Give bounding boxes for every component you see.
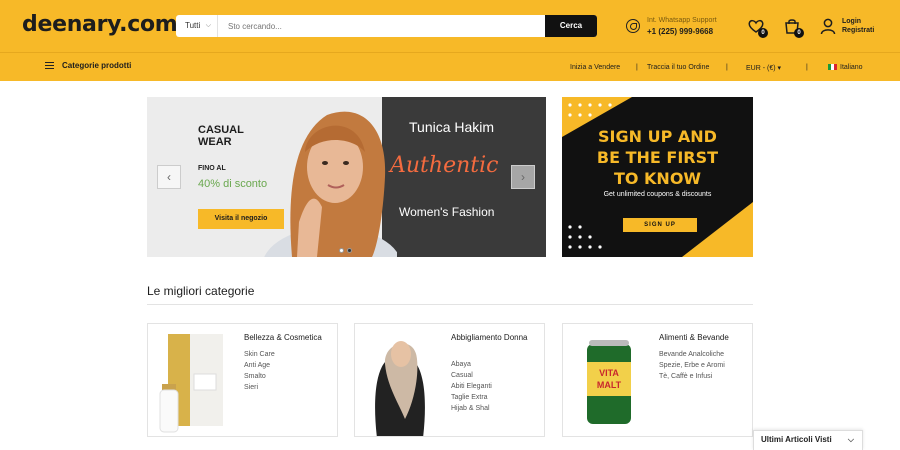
category-card-women-clothing[interactable]: Abbigliamento Donna Abaya Casual Abiti E… <box>354 323 545 437</box>
language-label: Italiano <box>840 64 863 71</box>
currency-select[interactable]: EUR - (€) ▾ <box>746 64 781 72</box>
slide-discount: 40% di sconto <box>198 178 268 190</box>
support-label: Int. Whatsapp Support <box>647 17 717 24</box>
search-button[interactable]: Cerca <box>545 15 597 37</box>
support-phone: +1 (225) 999-9668 <box>647 27 714 36</box>
promo-heading-line: TO KNOW <box>613 169 702 188</box>
slider-dot-active[interactable] <box>347 248 352 253</box>
hamburger-icon <box>45 62 54 69</box>
subcategory-link[interactable]: Smalto <box>244 371 275 382</box>
cart-count: 0 <box>794 28 804 38</box>
italy-flag-icon <box>828 64 837 70</box>
promo-heading-line: SIGN UP AND <box>598 127 717 146</box>
slider-next-button[interactable]: › <box>511 165 535 189</box>
category-title[interactable]: Alimenti & Bevande <box>659 333 751 343</box>
subcategory-link[interactable]: Abaya <box>451 359 492 370</box>
login-label: Login <box>842 18 862 25</box>
whatsapp-icon <box>626 19 640 33</box>
promo-heading: SIGN UP AND BE THE FIRST TO KNOW <box>562 126 753 189</box>
subcategory-link[interactable]: Abiti Eleganti <box>451 381 492 392</box>
nav-bar: Categorie prodotti Inizia a Vendere | Tr… <box>0 52 900 81</box>
drink-can-image: VITA MALT <box>587 340 631 424</box>
wishlist-count: 0 <box>758 28 768 38</box>
subcategory-list: Skin Care Anti Age Smalto Sieri <box>244 349 275 393</box>
slide-script-text: Authentic <box>390 153 499 178</box>
caret-down-icon: ▾ <box>777 65 782 72</box>
chevron-right-icon: › <box>521 170 525 184</box>
slider-dot[interactable] <box>339 248 344 253</box>
svg-text:VITA: VITA <box>599 368 619 378</box>
subcategory-list: Bevande Analcoliche Spezie, Erbe e Aromi… <box>659 349 725 382</box>
cosmetics-image <box>159 334 223 433</box>
nav-separator: | <box>726 64 728 71</box>
subcategory-link[interactable]: Casual <box>451 370 492 381</box>
subcategory-link[interactable]: Sieri <box>244 382 275 393</box>
category-title[interactable]: Abbigliamento Donna <box>451 333 543 343</box>
login-register[interactable]: Login Registrati <box>820 16 890 38</box>
currency-label: EUR - (€) <box>746 65 776 72</box>
subcategory-link[interactable]: Anti Age <box>244 360 275 371</box>
signup-button[interactable]: SIGN UP <box>623 218 697 232</box>
site-logo[interactable]: deenary.com <box>22 12 178 37</box>
nav-link-track-order[interactable]: Traccia il tuo Ordine <box>647 64 709 71</box>
categories-menu[interactable]: Categorie prodotti <box>45 61 131 70</box>
svg-text:MALT: MALT <box>597 380 622 390</box>
model-image <box>264 111 397 257</box>
subcategory-link[interactable]: Bevande Analcoliche <box>659 349 725 360</box>
visit-shop-button[interactable]: Visita il negozio <box>198 209 284 229</box>
wishlist-button[interactable]: 0 <box>747 17 768 38</box>
hijab-model-image <box>375 341 425 436</box>
nav-link-sell[interactable]: Inizia a Vendere <box>570 64 620 71</box>
chevron-left-icon: ‹ <box>167 170 171 184</box>
slider-prev-button[interactable]: ‹ <box>157 165 181 189</box>
slider-dots <box>339 240 355 257</box>
search-category-label: Tutti <box>185 21 201 30</box>
subcategory-link[interactable]: Skin Care <box>244 349 275 360</box>
subcategory-list: Abaya Casual Abiti Eleganti Taglie Extra… <box>451 359 492 414</box>
subcategory-link[interactable]: Tè, Caffè e Infusi <box>659 371 725 382</box>
section-divider <box>147 304 753 305</box>
recently-viewed-label: Ultimi Articoli Visti <box>761 435 832 444</box>
promo-heading-line: BE THE FIRST <box>596 148 719 167</box>
category-title[interactable]: Bellezza & Cosmetica <box>244 333 336 343</box>
categories-label: Categorie prodotti <box>62 61 132 70</box>
user-icon <box>820 18 836 35</box>
recently-viewed-toggle[interactable]: Ultimi Articoli Visti ⌵ <box>753 430 863 450</box>
slide-title: CASUAL WEAR <box>198 124 244 148</box>
slide-upto: FINO AL <box>198 165 226 172</box>
search-category-select[interactable]: Tutti ⌵ <box>176 15 218 37</box>
category-card-beauty[interactable]: Bellezza & Cosmetica Skin Care Anti Age … <box>147 323 338 437</box>
search-input[interactable] <box>222 15 542 37</box>
cart-button[interactable]: 0 <box>783 17 804 38</box>
hero-slider: CASUAL WEAR FINO AL 40% di sconto Visita… <box>147 97 546 257</box>
signup-promo-banner[interactable]: SIGN UP AND BE THE FIRST TO KNOW Get unl… <box>562 97 753 257</box>
language-select[interactable]: Italiano <box>828 64 863 71</box>
subcategory-link[interactable]: Taglie Extra <box>451 392 492 403</box>
login-text: Login Registrati <box>842 17 874 35</box>
nav-separator: | <box>636 64 638 71</box>
chevron-down-icon: ⌵ <box>205 22 211 29</box>
slide-brand: Tunica Hakim <box>409 119 495 135</box>
subcategory-link[interactable]: Spezie, Erbe e Aromi <box>659 360 725 371</box>
register-label: Registrati <box>842 27 875 34</box>
nav-separator: | <box>806 64 808 71</box>
search-bar: Tutti ⌵ Cerca <box>176 15 597 37</box>
chevron-down-icon: ⌵ <box>847 435 854 444</box>
slide-subtitle: Women's Fashion <box>399 205 495 219</box>
top-header: deenary.com Tutti ⌵ Cerca Int. Whatsapp … <box>0 0 900 52</box>
subcategory-link[interactable]: Hijab & Shal <box>451 403 492 414</box>
promo-subtitle: Get unlimited coupons & discounts <box>603 191 712 198</box>
category-card-food-drinks[interactable]: VITA MALT Alimenti & Bevande Bevande Ana… <box>562 323 753 437</box>
section-title: Le migliori categorie <box>147 284 255 298</box>
